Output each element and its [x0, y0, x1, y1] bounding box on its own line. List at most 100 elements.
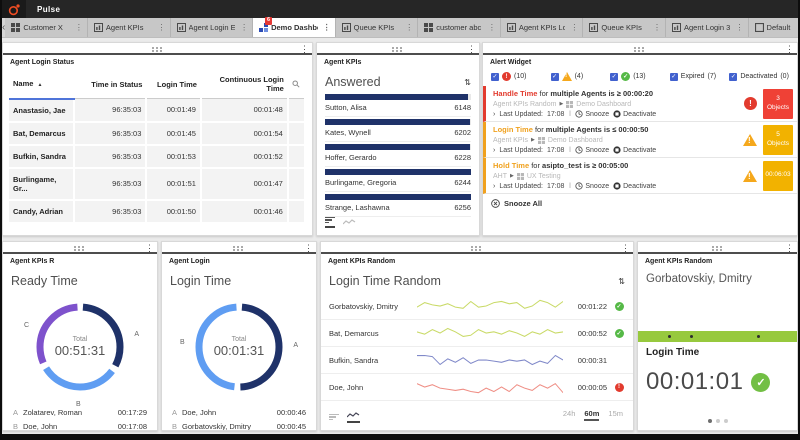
- alert-metric: Hold Time: [493, 161, 529, 170]
- tab-bar: ‹ Customer X⋮Agent KPIs⋮Agent Login Exte…: [2, 18, 798, 38]
- widget-menu-button[interactable]: ⋮: [304, 242, 313, 254]
- tab-default[interactable]: Default: [749, 18, 798, 37]
- sparkline-view-toggle-icon[interactable]: [343, 218, 356, 228]
- alert-status: !3Objects: [744, 89, 793, 119]
- snooze-all-button[interactable]: Snooze All: [483, 194, 797, 213]
- checkbox-checked[interactable]: ✓: [491, 73, 499, 81]
- bar-row-hoffer-gerardo[interactable]: Hoffer, Gerardo6228: [325, 144, 471, 167]
- drag-handle-icon[interactable]: [392, 47, 394, 49]
- legend-row-doe-john[interactable]: ADoe, John00:00:46: [172, 405, 306, 419]
- alert-expander[interactable]: ›: [493, 147, 495, 154]
- legend-letter: B: [172, 422, 177, 431]
- sparkline-list: Gorbatovskiy, Dmitry00:01:22✓Bat, Demarc…: [321, 293, 633, 401]
- tab-menu-button[interactable]: ⋮: [403, 23, 415, 32]
- donut-svg: [28, 295, 132, 399]
- cell: 96:35:03: [74, 99, 147, 122]
- tab-customer-x[interactable]: Customer X⋮: [5, 18, 88, 37]
- tab-demo-dashboard[interactable]: 6Demo Dashboard⋮: [253, 18, 336, 37]
- widget-menu-button[interactable]: ⋮: [467, 43, 476, 55]
- column-header-name[interactable]: Name▲: [9, 70, 74, 99]
- snooze-button[interactable]: Snooze: [575, 146, 609, 154]
- deactivate-button[interactable]: Deactivate: [613, 182, 656, 190]
- widget-menu-button[interactable]: ⋮: [785, 242, 794, 254]
- metric-header: Login Time Random ⇅: [321, 267, 633, 293]
- legend-row-gorbatovskiy-dmitry[interactable]: BGorbatovskiy, Dmitry00:00:45: [172, 419, 306, 431]
- search-icon[interactable]: [292, 80, 300, 88]
- drag-handle-icon[interactable]: [712, 246, 714, 248]
- dash-icon: [507, 23, 516, 32]
- genesys-logo-icon[interactable]: [2, 0, 26, 18]
- chart-type-toggles: [329, 411, 360, 423]
- table-row-anastasio-jae[interactable]: Anastasio, Jae96:35:0300:01:4900:01:48: [9, 99, 305, 122]
- drag-handle-icon[interactable]: [74, 246, 76, 248]
- drag-handle-icon[interactable]: [152, 47, 154, 49]
- tab-agent-login-exten[interactable]: Agent Login Exten⋮: [171, 18, 254, 37]
- alert-expander[interactable]: ›: [493, 183, 495, 190]
- app-title: Pulse: [37, 5, 60, 14]
- tab-menu-button[interactable]: ⋮: [73, 23, 85, 32]
- tab-menu-button[interactable]: ⋮: [238, 23, 250, 32]
- column-header-time-in-status[interactable]: Time in Status: [74, 70, 147, 99]
- spark-row-doe-john[interactable]: Doe, John00:00:05!: [321, 374, 633, 401]
- tab-agent-login-3[interactable]: Agent Login 3⋮: [666, 18, 749, 37]
- checkbox-checked[interactable]: ✓: [670, 73, 678, 81]
- checkbox-checked[interactable]: ✓: [729, 73, 737, 81]
- snooze-button[interactable]: Snooze: [575, 182, 609, 190]
- column-header-login-time[interactable]: Login Time: [146, 70, 201, 99]
- alert-expander[interactable]: ›: [493, 111, 495, 118]
- alert-status: 00:06:03: [743, 161, 793, 191]
- range-option-60m[interactable]: 60m: [584, 409, 599, 421]
- deactivate-button[interactable]: Deactivate: [613, 110, 656, 118]
- tab-menu-button[interactable]: ⋮: [321, 23, 333, 32]
- range-option-24h[interactable]: 24h: [563, 409, 576, 421]
- sparkline-view-toggle-icon[interactable]: [347, 411, 360, 423]
- snooze-button[interactable]: Snooze: [575, 110, 609, 118]
- bar-row-burlingame-gregoria[interactable]: Burlingame, Gregoria6244: [325, 169, 471, 192]
- column-header-continuous-login-time[interactable]: Continuous Login Time: [201, 70, 288, 99]
- checkbox-checked[interactable]: ✓: [610, 73, 618, 81]
- table-row-bufkin-sandra[interactable]: Bufkin, Sandra96:35:0300:01:5300:01:52: [9, 145, 305, 168]
- drag-handle-icon[interactable]: [634, 47, 636, 49]
- tab-queue-kpis[interactable]: Queue KPIs⋮: [336, 18, 419, 37]
- carousel-dot-3[interactable]: [724, 419, 728, 423]
- table-row-bat-demarcus[interactable]: Bat, Demarcus96:35:0300:01:4500:01:54: [9, 122, 305, 145]
- range-option-15m[interactable]: 15m: [608, 409, 623, 421]
- sort-toggle-icon[interactable]: ⇅: [618, 277, 625, 286]
- tab-customer-abc[interactable]: customer abc⋮: [418, 18, 501, 37]
- widget-chrome: ⋮: [638, 242, 797, 254]
- bar-view-toggle-icon[interactable]: [325, 217, 335, 229]
- bar-row-sutton-alisa[interactable]: Sutton, Alisa6148: [325, 94, 471, 117]
- dashboard-canvas: ⋮ Agent Login Status Name▲Time in Status…: [2, 38, 798, 434]
- bar-row-kates-wynell[interactable]: Kates, Wynell6202: [325, 119, 471, 142]
- tab-menu-button[interactable]: ⋮: [486, 23, 498, 32]
- tab-icon-wrap: [507, 23, 516, 32]
- spark-row-gorbatovskiy-dmitry[interactable]: Gorbatovskiy, Dmitry00:01:22✓: [321, 293, 633, 320]
- drag-handle-icon[interactable]: [233, 246, 235, 248]
- sort-toggle-icon[interactable]: ⇅: [464, 78, 471, 87]
- tab-agent-kpis[interactable]: Agent KPIs⋮: [88, 18, 171, 37]
- drag-handle-icon[interactable]: [471, 246, 473, 248]
- widget-menu-button[interactable]: ⋮: [785, 43, 794, 55]
- spark-row-bufkin-sandra[interactable]: Bufkin, Sandra00:00:31: [321, 347, 633, 374]
- bar-view-toggle-icon[interactable]: [329, 414, 339, 424]
- tab-menu-button[interactable]: ⋮: [568, 23, 580, 32]
- deactivate-button[interactable]: Deactivate: [613, 146, 656, 154]
- spark-row-bat-demarcus[interactable]: Bat, Demarcus00:00:52✓: [321, 320, 633, 347]
- tab-agent-kpis-long[interactable]: Agent KPIs Long⋮: [501, 18, 584, 37]
- carousel-dot-2[interactable]: [716, 419, 720, 423]
- bar-row-strange-lashawna[interactable]: Strange, Lashawna6256: [325, 194, 471, 217]
- column-search[interactable]: [288, 70, 305, 99]
- widget-menu-button[interactable]: ⋮: [145, 242, 154, 254]
- table-row-burlingame-gr[interactable]: Burlingame, Gr...96:35:0300:01:5100:01:4…: [9, 168, 305, 200]
- widget-menu-button[interactable]: ⋮: [621, 242, 630, 254]
- legend-row-doe-john[interactable]: BDoe, John00:17:08: [13, 419, 147, 431]
- agent-name: Gorbatovskiy, Dmitry: [638, 267, 797, 285]
- carousel-dot-1[interactable]: [708, 419, 712, 423]
- table-row-candy-adrian[interactable]: Candy, Adrian96:35:0300:01:5000:01:46: [9, 200, 305, 223]
- checkbox-checked[interactable]: ✓: [551, 73, 559, 81]
- tab-menu-button[interactable]: ⋮: [651, 23, 663, 32]
- widget-menu-button[interactable]: ⋮: [300, 43, 309, 55]
- tab-menu-button[interactable]: ⋮: [734, 23, 746, 32]
- tab-menu-button[interactable]: ⋮: [156, 23, 168, 32]
- tab-queue-kpis[interactable]: Queue KPIs⋮: [583, 18, 666, 37]
